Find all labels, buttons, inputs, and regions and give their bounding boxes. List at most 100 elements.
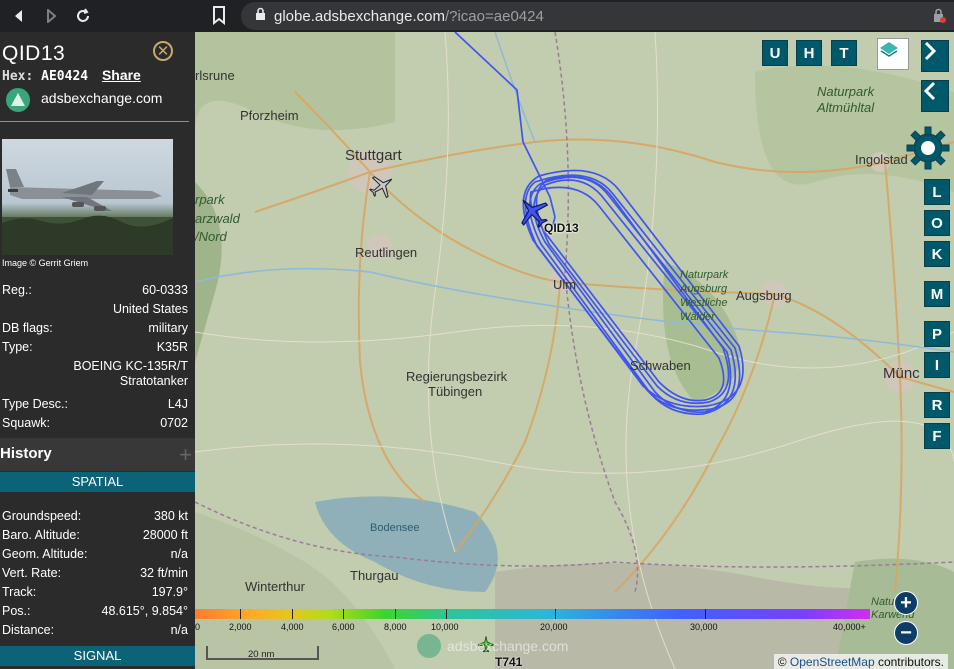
map-label-schwarzwald: arzwald — [195, 211, 240, 226]
detail-value: L4J — [167, 397, 188, 411]
map-label-naturpark-left: rpark — [195, 192, 225, 207]
detail-value: United States — [112, 302, 188, 316]
map-label-reutlingen: Reutlingen — [355, 245, 418, 260]
button-l[interactable]: L — [924, 179, 950, 205]
aircraft-photo[interactable] — [2, 139, 173, 255]
altitude-legend — [195, 609, 870, 619]
map-label-winterthur: Winterthur — [245, 579, 305, 594]
extension-icon[interactable] — [932, 8, 946, 28]
gear-icon[interactable] — [904, 124, 952, 172]
watermark-logo-icon — [417, 634, 441, 658]
openstreetmap-link[interactable]: OpenStreetMap — [790, 655, 875, 669]
spatial-key: Baro. Altitude: — [2, 528, 80, 542]
button-u[interactable]: U — [762, 40, 788, 66]
expand-icon[interactable]: + — [179, 442, 192, 468]
map-label-naturpark-augsburg: Naturpark Augsburg Westliche Wälder — [680, 269, 729, 323]
spatial-value: n/a — [170, 623, 188, 637]
legend-tick — [343, 609, 344, 619]
spatial-value: 32 ft/min — [140, 566, 188, 580]
url-host: globe.adsbexchange.com — [274, 7, 445, 25]
spatial-value: 197.9° — [151, 585, 188, 599]
history-title: History — [0, 445, 52, 462]
close-icon[interactable]: ✕ — [153, 41, 173, 61]
forward-icon[interactable] — [38, 3, 64, 29]
legend-tick — [395, 609, 396, 619]
attribution-prefix: © — [777, 655, 790, 669]
legend-tick — [292, 609, 293, 619]
bookmark-icon[interactable] — [212, 5, 226, 30]
url-path: /?icao=ae0424 — [444, 7, 544, 25]
signal-section-header[interactable]: SIGNAL — [0, 646, 195, 666]
chevron-left-icon[interactable] — [921, 80, 949, 112]
site-name-link[interactable]: adsbexchange.com — [41, 90, 162, 106]
legend-label: 6,000 — [332, 622, 355, 632]
button-m[interactable]: M — [924, 281, 950, 307]
map-view[interactable]: rlsrune Pforzheim Stuttgart Reutlingen r… — [195, 32, 954, 669]
map-label-schwaben: Schwaben — [630, 358, 691, 373]
adsbexchange-logo-icon[interactable] — [6, 88, 30, 112]
photo-credit: Image © Gerrit Griem — [2, 258, 89, 268]
spatial-key: Groundspeed: — [2, 509, 82, 523]
button-o[interactable]: O — [924, 210, 950, 236]
map-label-schwarzwald-nord: /Nord — [195, 229, 227, 244]
detail-value: K35R — [156, 340, 188, 354]
spatial-key: Vert. Rate: — [2, 566, 62, 580]
legend-tick — [555, 609, 556, 619]
hex-label: Hex: — [2, 69, 34, 84]
legend-label: 10,000 — [431, 622, 459, 632]
layers-icon[interactable] — [877, 38, 909, 70]
address-bar[interactable]: globe.adsbexchange.com/?icao=ae0424 — [241, 2, 954, 30]
map-label-ingolstadt: Ingolstad — [855, 152, 908, 167]
spatial-value: 28000 ft — [142, 528, 188, 542]
callsign: QID13 — [2, 42, 66, 65]
detail-value: 0702 — [160, 416, 188, 430]
legend-tick — [446, 609, 447, 619]
button-f[interactable]: F — [924, 423, 950, 449]
spatial-value: n/a — [170, 547, 188, 561]
scale-label: 20 nm — [248, 649, 275, 660]
legend-label: 40,000+ — [833, 622, 866, 632]
browser-toolbar: globe.adsbexchange.com/?icao=ae0424 — [0, 0, 954, 32]
chevron-right-icon[interactable] — [921, 40, 949, 72]
aircraft-label[interactable]: QID13 — [544, 221, 579, 235]
detail-value: 60-0333 — [142, 283, 188, 297]
map-label-bodensee: Bodensee — [370, 522, 420, 534]
spatial-section-header[interactable]: SPATIAL — [0, 472, 195, 492]
map-label-regbez: Regierungsbezirk — [406, 369, 508, 384]
reload-icon[interactable] — [70, 3, 96, 29]
map-label-tubingen: Tübingen — [428, 384, 483, 399]
zoom-in-button[interactable]: + — [894, 591, 918, 615]
button-i[interactable]: I — [924, 352, 950, 378]
map-canvas — [195, 32, 954, 669]
attribution-suffix: contributors. — [874, 655, 944, 669]
detail-key: Reg.: — [2, 283, 32, 297]
spatial-value: 48.615°, 9.854° — [101, 604, 188, 618]
hex-row: Hex: AE0424 Share — [2, 67, 141, 84]
map-attribution: © OpenStreetMap contributors. — [773, 654, 948, 669]
back-icon[interactable] — [6, 3, 32, 29]
map-label-stuttgart: Stuttgart — [345, 147, 402, 164]
divider — [0, 121, 189, 122]
button-k[interactable]: K — [924, 241, 950, 267]
spatial-value: 380 kt — [153, 509, 188, 523]
button-h[interactable]: H — [796, 40, 822, 66]
detail-type-full: BOEING KC-135R/T Stratotanker — [73, 359, 188, 388]
detail-key: DB flags: — [2, 321, 53, 335]
button-t[interactable]: T — [831, 40, 857, 66]
legend-label: 2,000 — [229, 622, 252, 632]
legend-label: 4,000 — [281, 622, 304, 632]
button-r[interactable]: R — [924, 392, 950, 418]
button-p[interactable]: P — [924, 321, 950, 347]
spatial-key: Track: — [2, 585, 37, 599]
history-header[interactable]: History + — [0, 438, 195, 471]
map-label-ulm: Ulm — [553, 277, 577, 292]
spatial-key: Distance: — [2, 623, 55, 637]
spatial-key: Pos.: — [2, 604, 31, 618]
watermark-text: adsbexchange.com — [447, 638, 569, 654]
zoom-out-button[interactable]: − — [894, 621, 918, 645]
legend-tick — [705, 609, 706, 619]
share-link[interactable]: Share — [102, 67, 141, 83]
watermark: adsbexchange.com — [417, 634, 568, 658]
detail-key: Type Desc.: — [2, 397, 68, 411]
detail-value: military — [148, 321, 188, 335]
